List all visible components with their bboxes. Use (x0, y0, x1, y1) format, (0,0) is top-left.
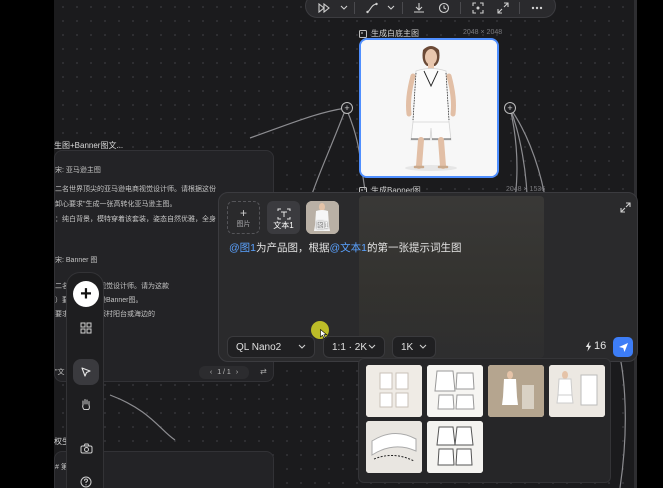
credit-value: 16 (594, 340, 607, 352)
text-doc-icon (277, 208, 290, 220)
toolbar-divider (401, 2, 403, 14)
page-indicator: 1 / 1 (217, 369, 231, 376)
reference-image-label: 图1 (316, 221, 329, 230)
grid-image[interactable] (549, 365, 605, 417)
chevron-down-icon[interactable] (337, 0, 350, 17)
toolbar-divider (519, 2, 521, 14)
grid-image[interactable] (427, 421, 483, 473)
more-icon[interactable] (524, 0, 549, 17)
prev-page-icon[interactable]: ‹ (210, 369, 212, 376)
toolbar-divider (460, 2, 462, 14)
add-image-label: 图片 (236, 220, 251, 228)
play-forward-icon[interactable] (312, 0, 337, 17)
reference-text-chip[interactable]: 文本1 (267, 201, 300, 234)
reference-text-label: 文本1 (273, 221, 294, 230)
ratio-select[interactable]: 1:1 · 2K (323, 336, 385, 358)
prompt-editor[interactable]: + 图片 文本1 图1 @图1为产品图，根据@文本1的第一张提示词生图 QL N… (218, 192, 638, 362)
fullscreen-icon[interactable] (490, 0, 515, 17)
send-button[interactable] (613, 337, 633, 357)
prompt-segment: 的第一张提示词生图 (367, 242, 462, 254)
grid-image[interactable] (366, 365, 422, 417)
next-page-icon[interactable]: › (236, 369, 238, 376)
toolbar-divider (354, 2, 356, 14)
grid-icon[interactable] (73, 315, 99, 341)
screen-border-left (0, 0, 54, 488)
credit-cost: 16 (585, 340, 606, 352)
add-image-plus: + (239, 205, 247, 220)
grid-image[interactable] (488, 365, 544, 417)
expand-icon[interactable] (620, 202, 631, 216)
history-icon[interactable] (431, 0, 456, 17)
image-grid-panel (358, 358, 611, 483)
text-line: 宋: 亚马逊主图 (55, 167, 101, 174)
resolution-value: 1K (401, 341, 414, 353)
text-line: "文 (55, 369, 65, 376)
node-input-port[interactable]: + (341, 102, 353, 114)
mention-text: @文本1 (329, 242, 368, 254)
model-photo (361, 40, 497, 176)
focus-icon[interactable] (465, 0, 490, 17)
node-output-port[interactable]: + (504, 102, 516, 114)
pagination[interactable]: ‹ 1 / 1 › (199, 366, 249, 379)
download-icon[interactable] (407, 0, 432, 17)
model-select[interactable]: QL Nano2 (227, 336, 315, 358)
text-line: 卸心要求"生成一张高转化亚马逊主图。 (55, 201, 177, 208)
top-toolbar (305, 0, 556, 18)
prompt-segment: 为产品图，根据 (256, 242, 330, 254)
grid-image[interactable] (366, 421, 422, 473)
grid-image[interactable] (427, 365, 483, 417)
pointer-icon[interactable] (73, 359, 99, 385)
text-line: 二名世界顶尖的亚马逊电商视觉设计师。请根据这份 (55, 186, 216, 193)
camera-icon[interactable] (73, 435, 99, 461)
image-node-size: 2048 × 2048 (463, 29, 503, 36)
image-node-icon (359, 29, 367, 38)
canvas[interactable]: 生成白底主图 2048 × 2048 + + 生成Banner图 2048 × … (0, 0, 663, 488)
resolution-select[interactable]: 1K (392, 336, 436, 358)
tool-strip: + (66, 272, 104, 488)
generated-main-image[interactable] (359, 38, 499, 178)
chevron-down-icon (368, 344, 376, 349)
chevron-down-icon (419, 344, 427, 349)
text-line: ：纯白背景，模特穿着该套装，姿态自然优雅，全身 (55, 216, 216, 223)
prompt-text[interactable]: @图1为产品图，根据@文本1的第一张提示词生图 (229, 240, 462, 255)
screen-border-right (637, 0, 663, 488)
add-image-button[interactable]: + 图片 (227, 201, 260, 234)
mention-image: @图1 (229, 242, 256, 254)
add-icon[interactable]: + (73, 281, 99, 307)
hand-icon[interactable] (73, 391, 99, 417)
reference-image-chip[interactable]: 图1 (306, 201, 339, 234)
help-icon[interactable] (73, 469, 99, 488)
lightning-icon (585, 341, 592, 351)
blurred-preview (359, 196, 544, 358)
ratio-value: 1:1 · 2K (332, 341, 368, 353)
text-line: 宋: Banner 图 (55, 257, 98, 264)
mouse-cursor-icon (320, 329, 328, 339)
line-curve-icon[interactable] (359, 0, 384, 17)
chevron-down-icon (298, 344, 306, 349)
send-icon (618, 342, 628, 352)
link-icon[interactable]: ⇄ (260, 367, 267, 376)
model-value: QL Nano2 (236, 341, 282, 353)
chevron-down-icon[interactable] (384, 0, 397, 17)
